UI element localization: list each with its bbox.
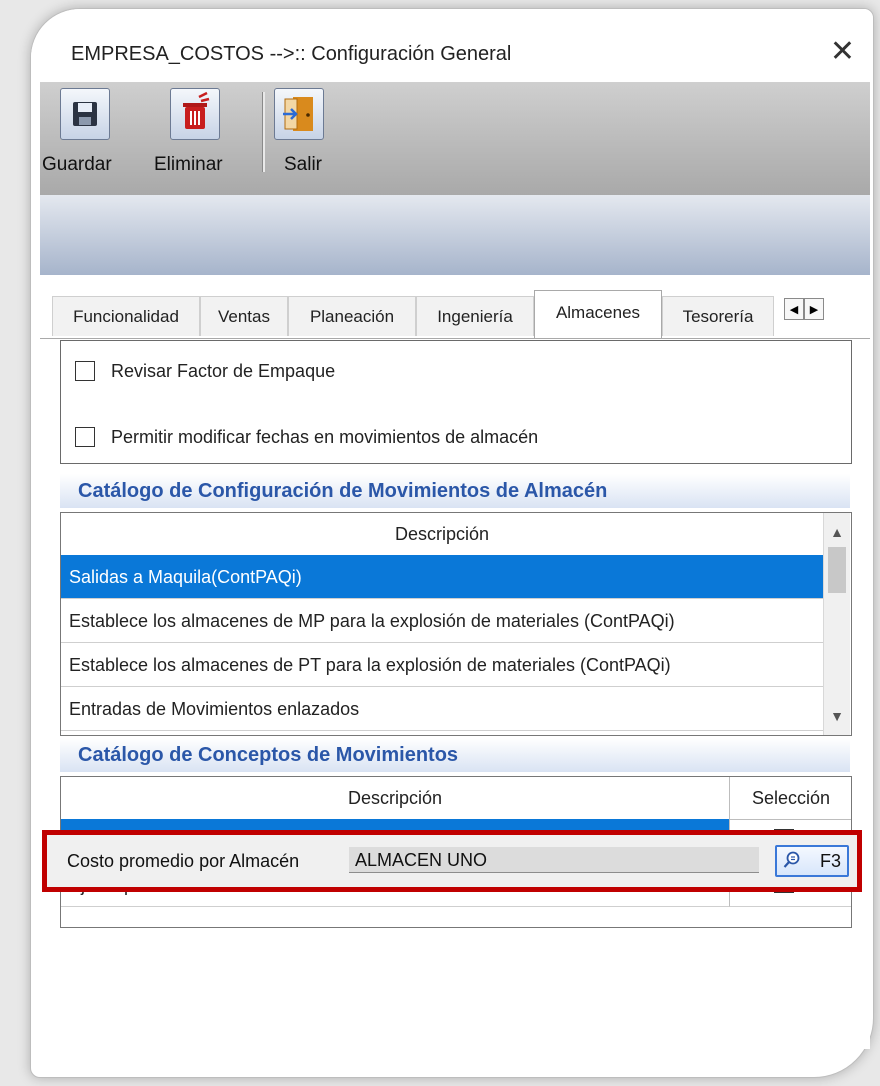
save-icon: [60, 88, 110, 140]
tab-ventas[interactable]: Ventas: [200, 296, 288, 336]
tab-scroll-left-icon[interactable]: ◀: [784, 298, 804, 320]
save-button[interactable]: Guardar: [40, 82, 132, 195]
tab-strip: Funcionalidad Ventas Planeación Ingenier…: [40, 290, 870, 338]
title-bar: EMPRESA_COSTOS -->:: Configuración Gener…: [31, 9, 873, 91]
header-banner: [40, 195, 870, 275]
column-header-descripcion[interactable]: Descripción: [61, 513, 823, 556]
scroll-up-icon[interactable]: ▲: [824, 519, 850, 545]
table-row[interactable]: Establece los almacenes de MP para la ex…: [61, 599, 823, 643]
tab-funcionalidad[interactable]: Funcionalidad: [52, 296, 200, 336]
magnifier-icon: [783, 851, 800, 868]
config-catalog-title: Catálogo de Configuración de Movimientos…: [60, 474, 850, 508]
scroll-down-icon[interactable]: ▼: [824, 703, 850, 729]
options-group: Revisar Factor de Empaque Permitir modif…: [60, 340, 852, 464]
costo-promedio-bar: Costo promedio por Almacén ALMACEN UNO F…: [42, 830, 862, 892]
tab-scroll-right-icon[interactable]: ▶: [804, 298, 824, 320]
costo-promedio-label: Costo promedio por Almacén: [67, 851, 300, 871]
lookup-f3-button[interactable]: F3: [775, 845, 849, 877]
vertical-scrollbar[interactable]: ▲ ▼: [823, 513, 850, 735]
delete-label: Eliminar: [154, 154, 223, 175]
exit-button[interactable]: Salir: [268, 82, 338, 195]
concepts-catalog-title: Catálogo de Conceptos de Movimientos: [60, 738, 850, 772]
checkbox-box[interactable]: [75, 427, 95, 447]
checkbox-box[interactable]: [75, 361, 95, 381]
window-title: EMPRESA_COSTOS -->:: Configuración Gener…: [71, 43, 512, 65]
column-header-seleccion[interactable]: Selección: [729, 777, 851, 820]
tab-ingenieria[interactable]: Ingeniería: [416, 296, 534, 336]
toolbar-separator: [262, 92, 265, 172]
save-label: Guardar: [42, 154, 112, 175]
toolbar: Guardar Eliminar Salir: [40, 82, 870, 195]
config-catalog-grid: Descripción Salidas a Maquila(ContPAQi) …: [60, 512, 852, 736]
column-header-descripcion[interactable]: Descripción: [61, 777, 729, 820]
close-icon[interactable]: ✕: [830, 37, 855, 67]
permitir-fechas-label: Permitir modificar fechas en movimientos…: [111, 427, 539, 447]
exit-door-icon: [274, 88, 324, 140]
tab-planeacion[interactable]: Planeación: [288, 296, 416, 336]
delete-button[interactable]: Eliminar: [148, 82, 250, 195]
table-row[interactable]: Entradas de Movimientos enlazados: [61, 687, 823, 731]
trash-icon: [170, 88, 220, 140]
revisar-factor-label: Revisar Factor de Empaque: [111, 361, 336, 381]
exit-label: Salir: [284, 154, 323, 175]
table-row[interactable]: Salidas a Maquila(ContPAQi): [61, 555, 823, 599]
f3-label: F3: [819, 851, 841, 871]
almacen-field[interactable]: ALMACEN UNO: [349, 847, 759, 873]
tab-tesoreria[interactable]: Tesorería: [662, 296, 774, 336]
tab-almacenes[interactable]: Almacenes: [534, 290, 662, 338]
table-row[interactable]: Establece los almacenes de PT para la ex…: [61, 643, 823, 687]
scroll-thumb[interactable]: [828, 547, 846, 593]
